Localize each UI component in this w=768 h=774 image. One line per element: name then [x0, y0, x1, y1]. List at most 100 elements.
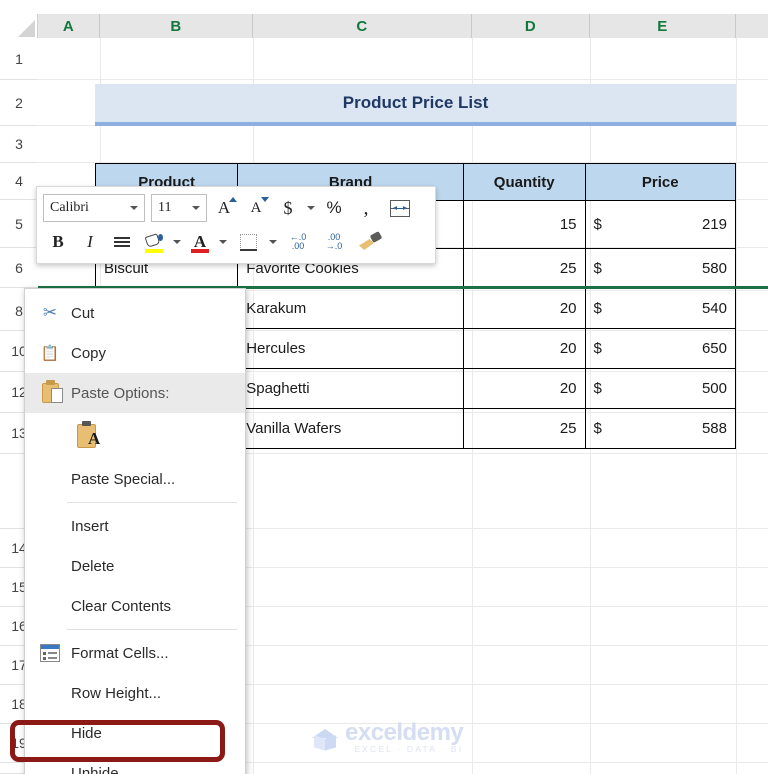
shrink-font-icon[interactable]: A: [241, 193, 271, 223]
currency-symbol: $: [593, 380, 602, 397]
cell-quantity[interactable]: 20: [462, 288, 586, 329]
accounting-number-format-icon[interactable]: $: [273, 193, 303, 223]
currency-symbol: $: [593, 216, 602, 233]
chevron-down-icon: [192, 206, 200, 210]
column-header-f[interactable]: [736, 14, 768, 38]
cell-price[interactable]: $540: [584, 288, 737, 329]
italic-icon[interactable]: I: [75, 227, 105, 257]
price-value: 219: [701, 216, 727, 233]
column-header-b-label: B: [170, 17, 182, 35]
column-header-b[interactable]: B: [100, 14, 253, 38]
cell-quantity[interactable]: 20: [462, 328, 586, 369]
grow-font-icon[interactable]: A: [209, 193, 239, 223]
context-menu-item-hide[interactable]: Hide: [25, 713, 245, 753]
column-header-a[interactable]: A: [38, 14, 100, 38]
paste-values-glyph: A: [88, 429, 101, 448]
context-menu-item-unhide[interactable]: Unhide: [25, 753, 245, 774]
cell-price[interactable]: $650: [584, 328, 737, 369]
context-menu-item-row-height[interactable]: Row Height...: [25, 673, 245, 713]
select-all-corner[interactable]: [0, 14, 38, 38]
borders-dropdown-icon[interactable]: [267, 227, 279, 257]
context-menu-item-unhide-label: Unhide: [71, 764, 119, 774]
price-value: 540: [701, 300, 727, 317]
column-header-c[interactable]: C: [253, 14, 472, 38]
cell-brand[interactable]: Hercules: [237, 328, 464, 369]
font-color-icon[interactable]: A: [185, 227, 215, 257]
cell-brand[interactable]: Karakum: [237, 288, 464, 329]
context-menu-item-copy[interactable]: 📋 Copy: [25, 333, 245, 373]
exceldemy-logo-icon: [312, 726, 338, 752]
merge-and-center-icon[interactable]: [383, 193, 417, 223]
font-color-dropdown-icon[interactable]: [217, 227, 229, 257]
fill-color-icon[interactable]: [139, 227, 169, 257]
row-header-1[interactable]: 1: [0, 38, 38, 80]
bold-icon[interactable]: B: [43, 227, 73, 257]
context-menu-item-cut-label: Cut: [71, 304, 95, 322]
paste-values-icon[interactable]: A: [77, 421, 105, 451]
cell-quantity[interactable]: 15: [462, 200, 586, 249]
center-align-icon[interactable]: [107, 227, 137, 257]
context-menu-item-clear-contents[interactable]: Clear Contents: [25, 586, 245, 626]
watermark-tagline: EXCEL · DATA · BI: [354, 744, 464, 754]
row-header-2[interactable]: 2: [0, 80, 38, 126]
row-header-5[interactable]: 5: [0, 200, 38, 248]
watermark: exceldemy EXCEL · DATA · BI: [312, 721, 464, 755]
borders-icon[interactable]: [231, 227, 265, 257]
context-menu-item-delete[interactable]: Delete: [25, 546, 245, 586]
context-menu-paste-options-header: Paste Options:: [25, 373, 245, 413]
column-header-a-label: A: [62, 17, 75, 35]
excel-worksheet-screenshot: A B C D E 1 2 3 4 5 6 8 10 12 13 14 15 1…: [0, 0, 768, 774]
cell-brand[interactable]: Spaghetti: [237, 368, 464, 409]
context-menu-item-cut[interactable]: ✂ Cut: [25, 293, 245, 333]
context-menu-item-paste-special[interactable]: Paste Special...: [25, 459, 245, 499]
context-menu-item-insert[interactable]: Insert: [25, 506, 245, 546]
mini-toolbar-row-2: B I A ←.0 .00 .00 →.0: [43, 225, 429, 259]
accounting-format-dropdown-icon[interactable]: [305, 193, 317, 223]
format-painter-icon[interactable]: [353, 227, 387, 257]
column-header-quantity[interactable]: Quantity: [462, 163, 586, 201]
font-name-combo[interactable]: Calibri: [43, 194, 145, 222]
cell-price[interactable]: $588: [584, 408, 737, 449]
cell-quantity[interactable]: 20: [462, 368, 586, 409]
column-header-e[interactable]: E: [590, 14, 736, 38]
font-size-combo[interactable]: 11: [151, 194, 207, 222]
row-header-4[interactable]: 4: [0, 163, 38, 200]
select-all-triangle-icon: [18, 20, 35, 37]
context-menu-item-paste-special-label: Paste Special...: [71, 470, 176, 488]
increase-decimal-icon[interactable]: .00 →.0: [317, 227, 351, 257]
row-header-6[interactable]: 6: [0, 248, 38, 288]
mini-format-toolbar: Calibri 11 A A $ % , B I A ←.0 .00 .00 →…: [36, 186, 436, 264]
clipboard-icon: [33, 380, 67, 403]
column-header-price[interactable]: Price: [584, 163, 737, 201]
currency-symbol: $: [593, 340, 602, 357]
currency-symbol: $: [593, 260, 602, 277]
context-menu-item-hide-label: Hide: [71, 724, 102, 742]
cell-price[interactable]: $580: [584, 248, 737, 289]
cell-quantity[interactable]: 25: [462, 408, 586, 449]
price-value: 500: [701, 380, 727, 397]
context-menu-item-delete-label: Delete: [71, 557, 115, 575]
cell-price[interactable]: $219: [584, 200, 737, 249]
chevron-down-icon: [130, 206, 138, 210]
column-header-e-label: E: [657, 17, 668, 35]
context-menu-item-clear-contents-label: Clear Contents: [71, 597, 172, 615]
currency-symbol: $: [593, 420, 602, 437]
decrease-decimal-icon[interactable]: ←.0 .00: [281, 227, 315, 257]
percent-style-icon[interactable]: %: [319, 193, 349, 223]
cell-quantity[interactable]: 25: [462, 248, 586, 289]
comma-style-icon[interactable]: ,: [351, 193, 381, 223]
price-value: 588: [701, 420, 727, 437]
row-header-3[interactable]: 3: [0, 126, 38, 163]
page-title: Product Price List: [342, 93, 489, 112]
price-value: 580: [701, 260, 727, 277]
context-menu-item-row-height-label: Row Height...: [71, 684, 162, 702]
cell-price[interactable]: $500: [584, 368, 737, 409]
column-header-c-label: C: [356, 17, 368, 35]
context-menu-item-format-cells[interactable]: Format Cells...: [25, 633, 245, 673]
cell-brand[interactable]: Vanilla Wafers: [237, 408, 464, 449]
column-header-d[interactable]: D: [472, 14, 590, 38]
mini-toolbar-row-1: Calibri 11 A A $ % ,: [43, 191, 429, 225]
price-value: 650: [701, 340, 727, 357]
paste-options-label: Paste Options:: [71, 384, 170, 402]
fill-color-dropdown-icon[interactable]: [171, 227, 183, 257]
